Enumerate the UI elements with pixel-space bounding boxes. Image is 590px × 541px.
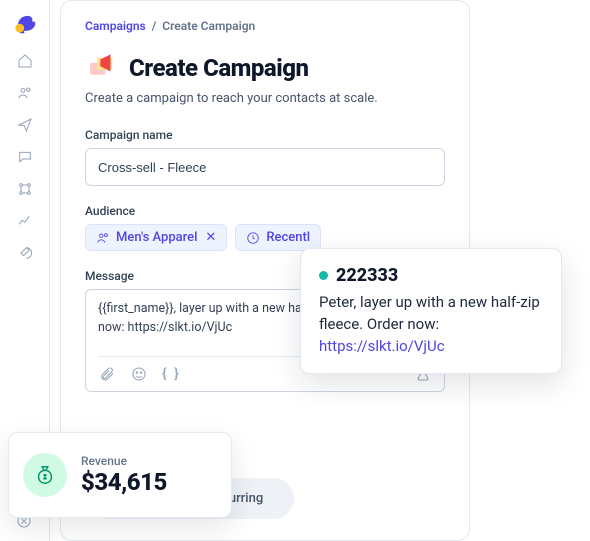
revenue-value: $34,615 — [81, 468, 167, 496]
breadcrumb-current: Create Campaign — [162, 19, 255, 33]
revenue-card: Revenue $34,615 — [8, 432, 232, 518]
emoji-icon[interactable] — [130, 365, 148, 383]
settings-icon[interactable] — [16, 244, 34, 262]
contacts-icon[interactable] — [16, 84, 34, 102]
message-preview-card: 222333 Peter, layer up with a new half-z… — [300, 248, 562, 374]
integrations-icon[interactable] — [16, 180, 34, 198]
clock-icon — [246, 231, 260, 245]
merge-tags-icon[interactable]: { } — [162, 366, 181, 382]
campaign-name-input[interactable] — [85, 148, 445, 186]
preview-text: Peter, layer up with a new half-zip flee… — [319, 293, 540, 333]
audience-label: Audience — [85, 204, 445, 218]
preview-body: Peter, layer up with a new half-zip flee… — [319, 292, 543, 357]
revenue-label: Revenue — [81, 454, 167, 468]
attachment-icon[interactable] — [98, 365, 116, 383]
send-icon[interactable] — [16, 116, 34, 134]
home-icon[interactable] — [16, 52, 34, 70]
chip-remove-icon[interactable]: ✕ — [205, 230, 216, 245]
breadcrumb-root[interactable]: Campaigns — [85, 19, 146, 33]
audience-chips: Men's Apparel ✕ Recentl — [85, 224, 445, 251]
money-bag-icon — [23, 453, 67, 497]
analytics-icon[interactable] — [16, 212, 34, 230]
chip-label: Recentl — [266, 230, 310, 245]
breadcrumb: Campaigns / Create Campaign — [85, 19, 445, 33]
breadcrumb-sep: / — [149, 19, 163, 33]
audience-chip-recent[interactable]: Recentl — [235, 224, 321, 251]
page-title: Create Campaign — [129, 54, 309, 82]
chip-label: Men's Apparel — [116, 230, 197, 245]
megaphone-icon — [85, 51, 119, 85]
audience-chip-mens-apparel[interactable]: Men's Apparel ✕ — [85, 224, 227, 251]
campaign-name-label: Campaign name — [85, 128, 445, 142]
preview-sender-number: 222333 — [336, 265, 398, 286]
app-logo — [11, 8, 39, 36]
chat-icon[interactable] — [16, 148, 34, 166]
preview-link[interactable]: https://slkt.io/VjUc — [319, 337, 445, 355]
status-dot-icon — [319, 271, 328, 280]
page-subtitle: Create a campaign to reach your contacts… — [85, 91, 445, 106]
people-icon — [96, 231, 110, 245]
